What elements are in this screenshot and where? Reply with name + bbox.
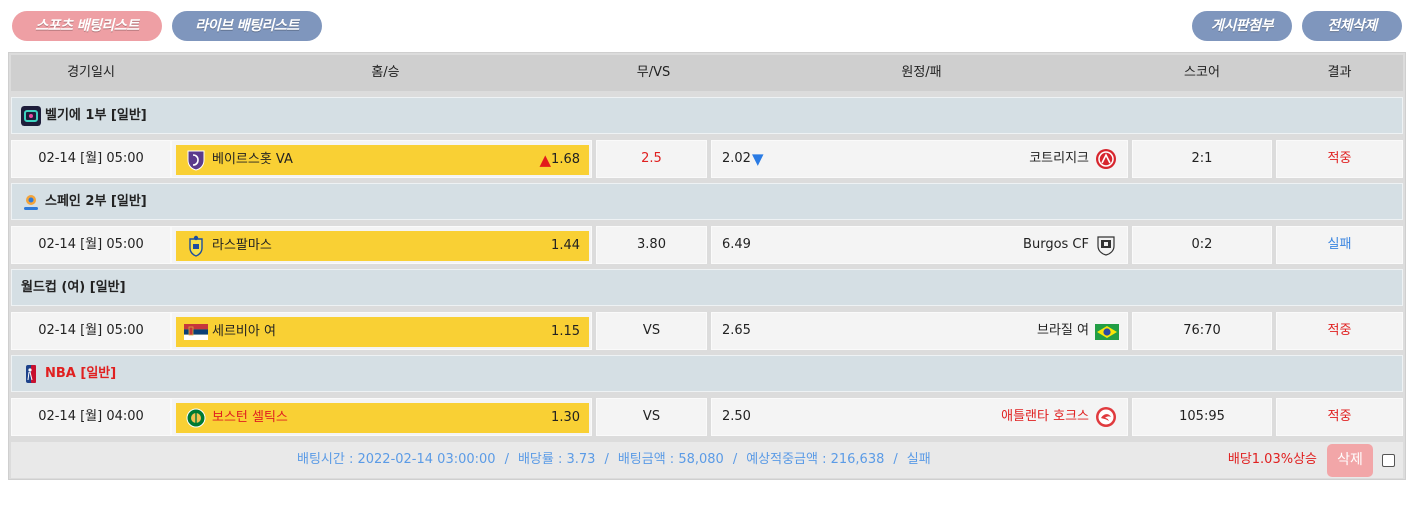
draw-versus: VS (596, 312, 707, 350)
bet-odds: 배당률 : 3.73 (517, 452, 596, 467)
home-cell[interactable]: 보스턴 셀틱스 1.30 (171, 398, 592, 436)
expected-amount: 예상적중금액 : 216,638 (746, 452, 885, 467)
league-name: 벨기에 1부 [일반] (45, 108, 147, 123)
away-team-name: Burgos CF (1023, 237, 1089, 252)
score: 2:1 (1132, 140, 1272, 178)
game-row: 02-14 [월] 05:00 라스팔마스 1.44 3.80 6.49 Bur… (11, 226, 1403, 266)
away-cell[interactable]: 2.50 애틀랜타 호크스 (711, 398, 1128, 436)
draw-odds[interactable]: 3.80 (596, 226, 707, 264)
game-datetime: 02-14 [월] 05:00 (11, 140, 171, 178)
las-palmas-logo-icon (189, 235, 203, 257)
nba-league-icon (26, 365, 36, 383)
celtics-logo-icon (186, 408, 206, 428)
bet-amount: 배팅금액 : 58,080 (617, 452, 724, 467)
odds-rise-text: 배당1.03%상승 (1227, 452, 1317, 467)
away-team-name: 애틀랜타 호크스 (1001, 409, 1089, 424)
home-selected-box[interactable]: 라스팔마스 1.44 (176, 231, 589, 261)
top-toolbar: 스포츠 배팅리스트 라이브 배팅리스트 게시판첨부 전체삭제 (0, 0, 1408, 52)
away-team-name: 코트리지크 (1029, 151, 1089, 166)
delete-bet-button[interactable]: 삭제 (1327, 444, 1373, 477)
laliga2-league-icon (24, 195, 38, 210)
home-selected-box[interactable]: 보스턴 셀틱스 1.30 (176, 403, 589, 433)
bet-summary-info: 배팅시간 : 2022-02-14 03:00:00 / 배당률 : 3.73 / 배팅… (297, 442, 931, 478)
separator: / (893, 452, 898, 467)
hawks-logo-icon (1096, 407, 1116, 427)
away-cell[interactable]: 2.65 브라질 여 (711, 312, 1128, 350)
serbia-flag-icon (184, 324, 208, 340)
home-odds: 1.30 (551, 410, 580, 425)
table-header: 경기일시 홈/승 무/VS 원정/패 스코어 결과 (11, 55, 1403, 91)
away-cell[interactable]: 6.49 Burgos CF (711, 226, 1128, 264)
home-selected-box[interactable]: 베이르스홋 VA ▲ 1.68 (176, 145, 589, 175)
bet-summary-footer: 배팅시간 : 2022-02-14 03:00:00 / 배당률 : 3.73 / 배팅… (11, 442, 1403, 478)
betting-list-board: 경기일시 홈/승 무/VS 원정/패 스코어 결과 벨기에 1부 [일반] 02… (8, 52, 1406, 480)
bet-time: 배팅시간 : 2022-02-14 03:00:00 (297, 452, 496, 467)
away-team-name: 브라질 여 (1037, 323, 1089, 338)
tab-sports-betting-list[interactable]: 스포츠 배팅리스트 (12, 11, 162, 41)
odds-up-arrow-icon: ▲ (539, 151, 551, 169)
score: 0:2 (1132, 226, 1272, 264)
home-selected-box[interactable]: 세르비아 여 1.15 (176, 317, 589, 347)
game-datetime: 02-14 [월] 05:00 (11, 226, 171, 264)
league-name: 스페인 2부 [일반] (45, 194, 147, 209)
separator: / (604, 452, 609, 467)
attach-to-board-button[interactable]: 게시판첨부 (1192, 11, 1292, 41)
bet-status: 실패 (906, 452, 931, 467)
header-datetime: 경기일시 (67, 65, 115, 80)
away-odds: 2.65 (722, 323, 751, 338)
home-cell[interactable]: 라스팔마스 1.44 (171, 226, 592, 264)
header-away: 원정/패 (901, 65, 942, 80)
header-home: 홈/승 (371, 65, 400, 80)
league-row: NBA [일반] (11, 355, 1403, 392)
result-badge: 적중 (1276, 312, 1403, 350)
home-team-name: 보스턴 셀틱스 (212, 410, 288, 425)
score: 105:95 (1132, 398, 1272, 436)
game-row: 02-14 [월] 04:00 보스턴 셀틱스 1.30 VS 2.50 애틀랜… (11, 398, 1403, 438)
home-odds: 1.44 (551, 238, 580, 253)
home-cell[interactable]: 세르비아 여 1.15 (171, 312, 592, 350)
brazil-flag-icon (1095, 324, 1119, 340)
select-bet-checkbox[interactable] (1382, 454, 1395, 467)
away-odds: 2.02 (722, 151, 751, 166)
separator: / (732, 452, 738, 467)
result-badge: 적중 (1276, 398, 1403, 436)
game-datetime: 02-14 [월] 05:00 (11, 312, 171, 350)
draw-odds[interactable]: 2.5 (596, 140, 707, 178)
league-name: 월드컵 (여) [일반] (21, 280, 126, 295)
draw-versus: VS (596, 398, 707, 436)
game-row: 02-14 [월] 05:00 베이르스홋 VA ▲ 1.68 2.5 2.02… (11, 140, 1403, 180)
home-odds: 1.15 (551, 324, 580, 339)
league-name: NBA [일반] (45, 366, 117, 381)
game-row: 02-14 [월] 05:00 세르비아 여 1.15 VS 2.65 브라질 … (11, 312, 1403, 352)
game-datetime: 02-14 [월] 04:00 (11, 398, 171, 436)
beerschot-logo-icon (187, 150, 205, 171)
result-badge: 적중 (1276, 140, 1403, 178)
score: 76:70 (1132, 312, 1272, 350)
home-team-name: 라스팔마스 (212, 238, 272, 253)
home-team-name: 세르비아 여 (212, 324, 276, 339)
belgian-league-icon (21, 106, 41, 126)
home-odds: 1.68 (551, 152, 580, 167)
league-row: 월드컵 (여) [일반] (11, 269, 1403, 306)
away-odds: 6.49 (722, 237, 751, 252)
home-team-name: 베이르스홋 VA (212, 152, 293, 167)
league-row: 스페인 2부 [일반] (11, 183, 1403, 220)
header-score: 스코어 (1184, 65, 1220, 80)
result-badge: 실패 (1276, 226, 1403, 264)
delete-all-button[interactable]: 전체삭제 (1302, 11, 1402, 41)
league-row: 벨기에 1부 [일반] (11, 97, 1403, 134)
home-cell[interactable]: 베이르스홋 VA ▲ 1.68 (171, 140, 592, 178)
away-odds: 2.50 (722, 409, 751, 424)
odds-down-arrow-icon: ▼ (752, 150, 764, 168)
tab-live-betting-list[interactable]: 라이브 배팅리스트 (172, 11, 322, 41)
separator: / (504, 452, 509, 467)
burgos-logo-icon (1097, 236, 1115, 256)
header-draw: 무/VS (636, 65, 671, 80)
kortrijk-logo-icon (1096, 149, 1116, 169)
header-result: 결과 (1327, 65, 1352, 80)
away-cell[interactable]: 2.02 ▼ 코트리지크 (711, 140, 1128, 178)
